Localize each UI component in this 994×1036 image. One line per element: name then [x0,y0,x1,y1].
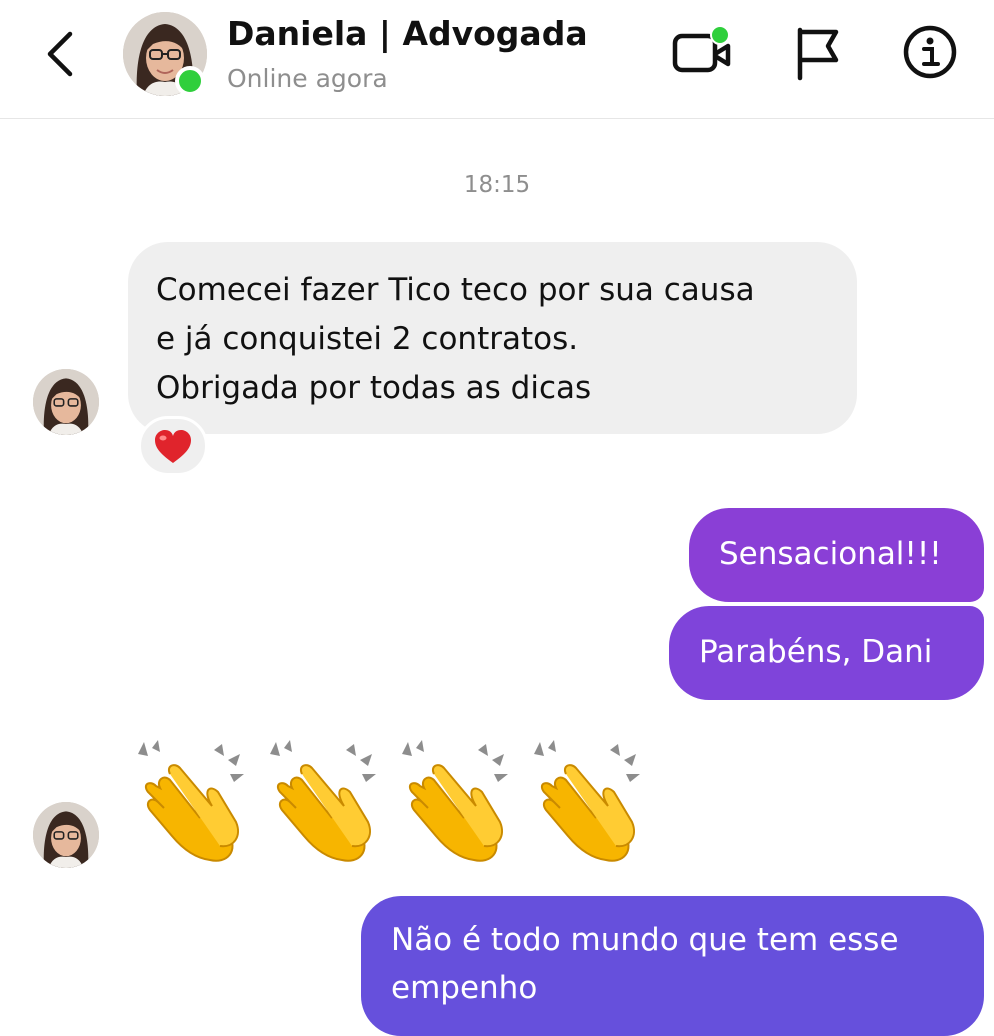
clapping-hands-icon [270,740,376,862]
clapping-hands-icon [402,740,508,862]
outgoing-message-bubble[interactable]: Não é todo mundo que tem esse empenho [361,896,984,1036]
clapping-hands-icon [534,740,640,862]
message-line: Obrigada por todas as dicas [156,370,592,406]
message-line: Não é todo mundo que tem esse [391,922,899,958]
contact-name[interactable]: Daniela | Advogada [227,14,588,53]
avatar[interactable] [33,802,99,868]
avatar[interactable] [33,369,99,435]
message-line: e já conquistei 2 contratos. [156,321,579,357]
outgoing-message-bubble[interactable]: Sensacional!!! [689,508,984,602]
heart-reaction[interactable] [138,416,208,476]
outgoing-message-bubble[interactable]: Parabéns, Dani [669,606,984,700]
message-line: Comecei fazer Tico teco por sua causa [156,272,755,308]
contact-status: Online agora [227,64,388,93]
message-timestamp: 18:15 [463,172,531,198]
info-icon[interactable] [902,24,958,80]
video-call-icon[interactable] [670,24,734,80]
online-status-dot [175,66,205,96]
chevron-left-icon[interactable] [40,28,80,80]
heart-icon [155,430,191,463]
flag-icon[interactable] [792,24,846,82]
clapping-hands-icon [138,740,244,862]
chat-header: Daniela | Advogada Online agora [0,0,994,119]
message-line: empenho [391,970,538,1006]
incoming-message-bubble[interactable]: Comecei fazer Tico teco por sua causa e … [128,242,857,434]
